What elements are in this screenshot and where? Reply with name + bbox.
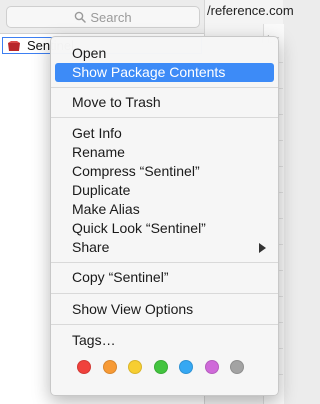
menu-item-rename[interactable]: Rename — [55, 143, 274, 162]
tag-yellow-dot[interactable] — [128, 360, 142, 374]
app-icon — [8, 40, 20, 51]
menu-item-duplicate[interactable]: Duplicate — [55, 181, 274, 200]
menu-item-open[interactable]: Open — [55, 44, 274, 63]
tag-blue-dot[interactable] — [179, 360, 193, 374]
search-bar: Search — [0, 0, 204, 34]
menu-separator — [51, 324, 278, 325]
menu-item-tags[interactable]: Tags… — [55, 331, 274, 350]
menu-item-share-label: Share — [72, 239, 110, 255]
search-input[interactable]: Search — [6, 6, 200, 28]
menu-item-move-to-trash[interactable]: Move to Trash — [55, 93, 274, 112]
menu-item-copy[interactable]: Copy “Sentinel” — [55, 268, 274, 287]
menu-item-show-view-options[interactable]: Show View Options — [55, 300, 274, 319]
menu-separator — [51, 262, 278, 263]
search-icon — [75, 11, 87, 23]
context-menu: Open Show Package Contents Move to Trash… — [50, 36, 279, 396]
menu-item-get-info[interactable]: Get Info — [55, 124, 274, 143]
menu-item-quick-look[interactable]: Quick Look “Sentinel” — [55, 219, 274, 238]
submenu-arrow-icon — [259, 243, 266, 253]
tag-color-row — [77, 360, 244, 374]
menu-separator — [51, 117, 278, 118]
search-placeholder: Search — [90, 9, 132, 25]
tag-green-dot[interactable] — [153, 360, 168, 374]
menu-separator — [51, 87, 278, 88]
tag-red-dot[interactable] — [77, 360, 91, 374]
menu-item-compress[interactable]: Compress “Sentinel” — [55, 162, 274, 181]
menu-item-show-package-contents[interactable]: Show Package Contents — [55, 63, 274, 82]
tag-gray-dot[interactable] — [230, 360, 244, 374]
background-url-text: /reference.com — [207, 3, 294, 18]
tag-orange-dot[interactable] — [102, 360, 117, 374]
menu-item-make-alias[interactable]: Make Alias — [55, 200, 274, 219]
menu-separator — [51, 293, 278, 294]
tag-purple-dot[interactable] — [204, 360, 219, 374]
menu-item-share[interactable]: Share — [55, 238, 274, 257]
